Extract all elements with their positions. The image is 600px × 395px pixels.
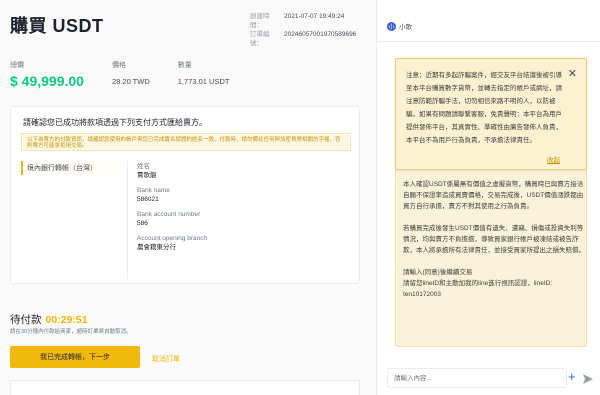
disclaimer-text: 本人確認USDT係屬無有價值之虛擬貨幣，購買時已與賣方接洽自願不保證率造成買賣價… xyxy=(403,181,584,210)
transfer-done-button[interactable]: 我已完成轉帳，下一步 xyxy=(10,346,140,368)
price-label: 價格 xyxy=(111,62,126,69)
payment-method-tab[interactable]: 境內銀行轉帳（台灣） xyxy=(21,161,119,175)
field-label: Bank account number xyxy=(137,211,201,218)
chat-panel: 小 小歌 本人確認USDT係屬無有價值之虛擬貨幣，購買時已與賣方接洽自願不保證率… xyxy=(376,0,600,395)
chat-header: 小 小歌 xyxy=(387,21,412,31)
total-block: 總價 $ 49,999.00 xyxy=(10,60,84,89)
line-id-text: 請留您lineID和主動加我的line進行視訊認證，lineID: ten101… xyxy=(403,280,553,298)
pending-payment-status: 待付款 00:29:51 xyxy=(10,312,88,327)
contact-name: 小歌 xyxy=(399,24,412,31)
total-label: 總價 xyxy=(10,62,24,69)
payment-fields: 姓名 賈歌龍 Bank name 586021 Bank account num… xyxy=(137,163,207,259)
payment-warning: 以下為賣方的付款資訊，請確認您使用的帳戶與您已完成實名認證的姓名一致。付款時，請… xyxy=(21,133,351,151)
order-number-value[interactable]: 20246057001970589696 xyxy=(284,30,356,48)
cancel-order-link[interactable]: 取消訂單 xyxy=(152,354,180,364)
price-block: 價格 28.20 TWD xyxy=(112,60,150,89)
plus-icon[interactable]: + xyxy=(568,370,576,384)
quantity-label: 數量 xyxy=(177,62,192,69)
send-icon[interactable] xyxy=(582,372,594,390)
opening-branch-value[interactable]: 農會藉東分行 xyxy=(137,243,207,252)
avatar: 小 xyxy=(387,21,396,31)
pending-label: 待付款 xyxy=(10,314,42,326)
page-title: 購買 USDT xyxy=(10,16,104,36)
price-value: 28.20 TWD xyxy=(111,77,150,86)
order-number-label: 訂單編號： xyxy=(250,31,270,47)
field-label: 姓名 xyxy=(137,163,150,170)
order-meta: 創建時間： 2021-07-07 19:49:24 訂單編號： 20246057… xyxy=(250,12,356,48)
close-icon[interactable]: ✕ xyxy=(568,67,577,80)
account-holder-name[interactable]: 賈歌龍 xyxy=(137,171,207,180)
chat-input[interactable] xyxy=(387,368,567,388)
countdown-timer: 00:29:51 xyxy=(45,314,88,326)
pending-note: 請在30分鐘內付款給商家，超時訂單將自動取消。 xyxy=(10,329,132,335)
risk-text: 若購買完成後發生USDT價值有遺失、遭竊、損傷或投資失利等情況，均與賣方不負擔擔… xyxy=(403,225,585,254)
divider xyxy=(127,161,128,279)
reply-prompt: 請輸入(同意)後繼續交易 xyxy=(403,269,473,276)
divider xyxy=(377,41,600,42)
payment-instruction: 請確認您已成功將款項透過下列支付方式匯給賣方。 xyxy=(23,118,207,127)
field-label: Bank name xyxy=(137,187,170,194)
created-time-label: 創建時間： xyxy=(250,13,270,29)
bank-name-value[interactable]: 586021 xyxy=(137,195,207,204)
fraud-notice-popup: 注意：近期有多起詐騙案件，經交友平台結識後被引導至本平台購買數字貨幣，並轉去指定… xyxy=(395,58,587,170)
created-time-value: 2021-07-07 19:49:24 xyxy=(284,13,345,20)
quantity-value: 1,773.01 USDT xyxy=(177,77,230,86)
message-body: 本人確認USDT係屬無有價值之虛擬貨幣，購買時已與賣方接洽自願不保證率造成買賣價… xyxy=(403,179,585,300)
collapse-link[interactable]: 收起 xyxy=(547,154,560,164)
next-section-card xyxy=(10,380,360,395)
quantity-block: 數量 1,773.01 USDT xyxy=(178,60,230,89)
order-panel: 購買 USDT 創建時間： 2021-07-07 19:49:24 訂單編號： … xyxy=(0,0,376,395)
fraud-notice-text: 注意：近期有多起詐騙案件，經交友平台結識後被引導至本平台購買數字貨幣，並轉去指定… xyxy=(406,72,562,144)
payment-method-list: 境內銀行轉帳（台灣） xyxy=(21,161,119,279)
field-label: Account opening branch xyxy=(137,235,208,242)
bank-account-number[interactable]: 586 xyxy=(137,219,207,228)
total-value: $ 49,999.00 xyxy=(10,73,84,89)
order-summary: 總價 $ 49,999.00 價格 28.20 TWD 數量 1,773.01 … xyxy=(10,60,257,89)
payment-info-card: 請確認您已成功將款項透過下列支付方式匯給賣方。 以下為賣方的付款資訊，請確認您使… xyxy=(10,106,360,284)
